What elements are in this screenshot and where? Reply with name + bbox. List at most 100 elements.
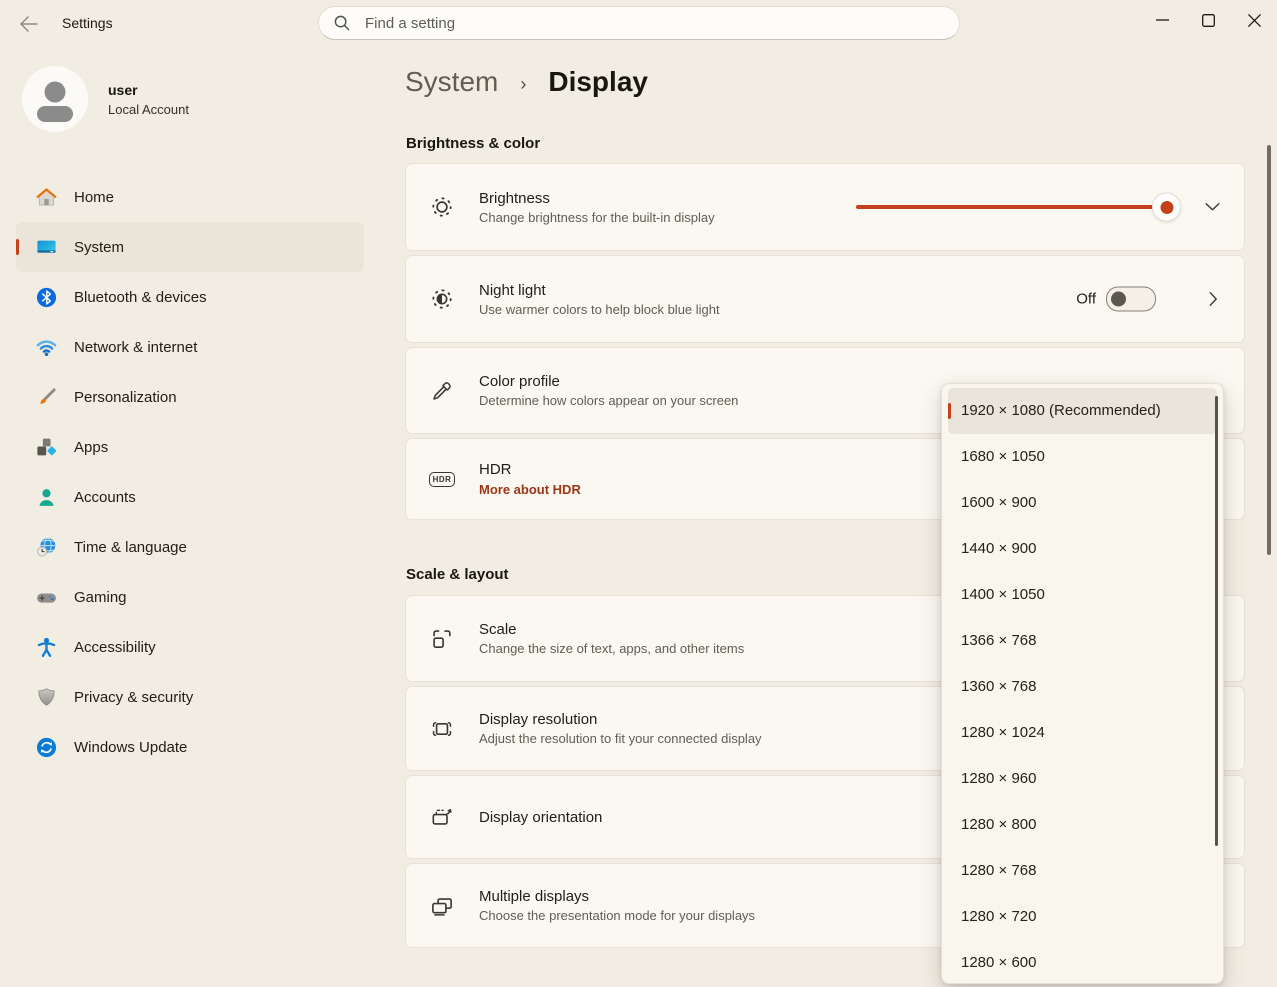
- display-orientation-title: Display orientation: [479, 809, 602, 826]
- page-scrollbar[interactable]: [1267, 145, 1271, 555]
- search-input[interactable]: [363, 14, 945, 33]
- sidebar-item-windows-update[interactable]: Windows Update: [16, 722, 364, 772]
- brightness-slider-thumb[interactable]: [1152, 193, 1181, 222]
- resolution-option[interactable]: 1366 × 768: [942, 618, 1223, 664]
- sidebar-item-time-language[interactable]: Time & language: [16, 522, 364, 572]
- maximize-button[interactable]: [1185, 0, 1231, 40]
- resolution-option[interactable]: 1600 × 900: [942, 480, 1223, 526]
- sidebar-item-label: Apps: [74, 439, 108, 456]
- user-account-card[interactable]: user Local Account: [22, 64, 352, 134]
- time-language-icon: [34, 535, 58, 559]
- color-profile-title: Color profile: [479, 373, 738, 390]
- maximize-icon: [1202, 14, 1215, 27]
- sidebar-item-bluetooth-devices[interactable]: Bluetooth & devices: [16, 272, 364, 322]
- search-box[interactable]: [318, 6, 960, 40]
- brightness-expand-button[interactable]: [1205, 203, 1220, 212]
- accessibility-icon: [34, 635, 58, 659]
- system-icon: [34, 235, 58, 259]
- apps-icon: [34, 435, 58, 459]
- sidebar-item-label: Privacy & security: [74, 689, 193, 706]
- close-icon: [1248, 14, 1261, 27]
- search-icon: [333, 14, 351, 32]
- resolution-option[interactable]: 1680 × 1050: [942, 434, 1223, 480]
- back-button[interactable]: [16, 11, 42, 37]
- resolution-option[interactable]: 1440 × 900: [942, 526, 1223, 572]
- night-light-icon: [429, 286, 455, 312]
- sidebar-item-accounts[interactable]: Accounts: [16, 472, 364, 522]
- color-profile-icon: [429, 378, 455, 404]
- brightness-subtitle: Change brightness for the built-in displ…: [479, 210, 715, 225]
- sidebar-item-label: Gaming: [74, 589, 127, 606]
- sidebar-item-personalization[interactable]: Personalization: [16, 372, 364, 422]
- minimize-button[interactable]: [1139, 0, 1185, 40]
- window-controls: [1139, 0, 1277, 42]
- titlebar: Settings: [0, 0, 1277, 48]
- night-light-title: Night light: [479, 282, 720, 299]
- sidebar-nav: Home System Bluetooth & devices Network …: [0, 172, 368, 772]
- scale-icon: [429, 626, 455, 652]
- brightness-title: Brightness: [479, 190, 715, 207]
- back-arrow-icon: [19, 15, 39, 33]
- hdr-icon: HDR: [429, 466, 455, 492]
- sidebar-item-network-internet[interactable]: Network & internet: [16, 322, 364, 372]
- dropdown-scrollbar[interactable]: [1215, 396, 1218, 846]
- brightness-icon: [429, 194, 455, 220]
- user-account-type: Local Account: [108, 102, 189, 117]
- scale-subtitle: Change the size of text, apps, and other…: [479, 641, 744, 656]
- brightness-slider[interactable]: [856, 193, 1194, 221]
- resolution-option[interactable]: 1280 × 600: [942, 940, 1223, 984]
- sidebar-item-label: Home: [74, 189, 114, 206]
- color-profile-subtitle: Determine how colors appear on your scre…: [479, 393, 738, 408]
- night-light-toggle-state: Off: [1076, 291, 1096, 308]
- night-light-row[interactable]: Night light Use warmer colors to help bl…: [405, 255, 1245, 343]
- sidebar-item-label: Network & internet: [74, 339, 197, 356]
- resolution-option[interactable]: 1280 × 720: [942, 894, 1223, 940]
- sidebar-item-system[interactable]: System: [16, 222, 364, 272]
- resolution-dropdown-flyout: 1920 × 1080 (Recommended) 1680 × 1050 16…: [941, 383, 1224, 984]
- sidebar-item-accessibility[interactable]: Accessibility: [16, 622, 364, 672]
- breadcrumb-separator-icon: ›: [520, 74, 526, 95]
- resolution-option-selected[interactable]: 1920 × 1080 (Recommended): [948, 388, 1217, 434]
- resolution-option[interactable]: 1280 × 768: [942, 848, 1223, 894]
- resolution-option[interactable]: 1400 × 1050: [942, 572, 1223, 618]
- display-resolution-title: Display resolution: [479, 711, 762, 728]
- close-button[interactable]: [1231, 0, 1277, 40]
- night-light-navigate-button[interactable]: [1209, 292, 1218, 307]
- page-title: Display: [548, 66, 648, 98]
- resolution-option[interactable]: 1280 × 800: [942, 802, 1223, 848]
- sidebar-item-label: System: [74, 239, 124, 256]
- sidebar-item-label: Windows Update: [74, 739, 187, 756]
- accounts-icon: [34, 485, 58, 509]
- resolution-option[interactable]: 1360 × 768: [942, 664, 1223, 710]
- resolution-option[interactable]: 1280 × 960: [942, 756, 1223, 802]
- minimize-icon: [1156, 19, 1169, 21]
- privacy-security-icon: [34, 685, 58, 709]
- personalization-icon: [34, 385, 58, 409]
- bluetooth-icon: [34, 285, 58, 309]
- breadcrumb-system[interactable]: System: [405, 66, 498, 98]
- resolution-option[interactable]: 1280 × 1024: [942, 710, 1223, 756]
- more-about-hdr-link[interactable]: More about HDR: [479, 482, 581, 497]
- avatar: [22, 66, 88, 132]
- sidebar-item-label: Bluetooth & devices: [74, 289, 207, 306]
- sidebar-item-gaming[interactable]: Gaming: [16, 572, 364, 622]
- toggle-knob: [1111, 292, 1126, 307]
- section-scale-layout: Scale & layout: [406, 566, 509, 583]
- sidebar-item-label: Personalization: [74, 389, 177, 406]
- chevron-right-icon: [1209, 292, 1218, 307]
- sidebar-item-label: Time & language: [74, 539, 187, 556]
- sidebar-item-label: Accessibility: [74, 639, 156, 656]
- sidebar-item-apps[interactable]: Apps: [16, 422, 364, 472]
- user-name: user: [108, 82, 189, 98]
- night-light-toggle[interactable]: [1106, 287, 1156, 312]
- brightness-row[interactable]: Brightness Change brightness for the bui…: [405, 163, 1245, 251]
- home-icon: [34, 185, 58, 209]
- windows-update-icon: [34, 735, 58, 759]
- multiple-displays-icon: [429, 893, 455, 919]
- sidebar-item-home[interactable]: Home: [16, 172, 364, 222]
- app-title: Settings: [62, 15, 113, 31]
- sidebar-item-privacy-security[interactable]: Privacy & security: [16, 672, 364, 722]
- multiple-displays-subtitle: Choose the presentation mode for your di…: [479, 908, 755, 923]
- display-resolution-icon: [429, 716, 455, 742]
- brightness-slider-track[interactable]: [856, 205, 1166, 209]
